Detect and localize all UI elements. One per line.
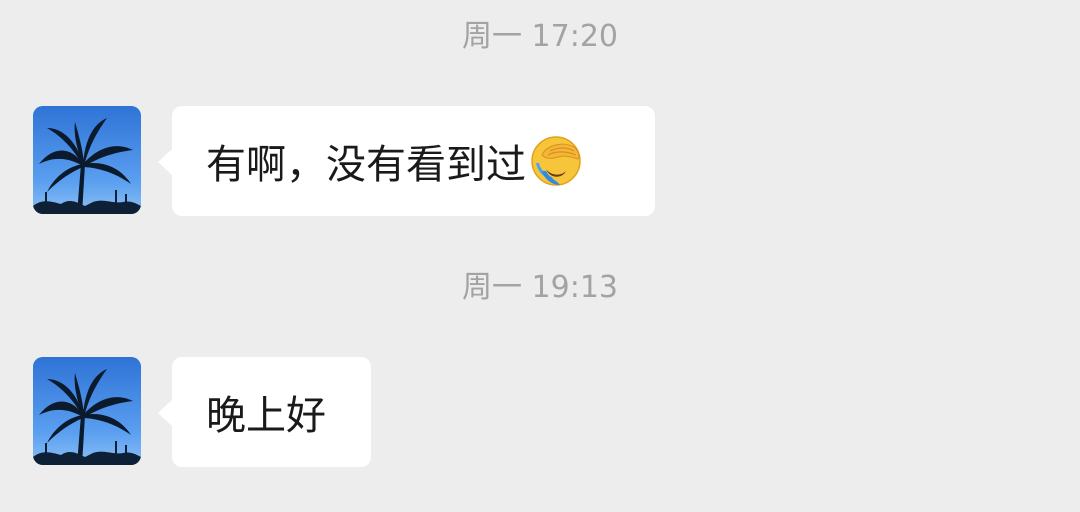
timestamp-2: 周一 19:13 [462, 270, 618, 305]
palm-tree-icon [33, 357, 141, 465]
contact-avatar[interactable] [33, 106, 141, 214]
message-bubble-2[interactable]: 晚上好 [158, 357, 371, 467]
message-text-1: 有啊，没有看到过 [206, 142, 526, 188]
timestamp-1: 周一 17:20 [462, 19, 618, 54]
face-palm-crying-emoji [528, 133, 584, 189]
palm-tree-icon [33, 106, 141, 214]
message-text-2: 晚上好 [206, 393, 326, 439]
contact-avatar[interactable] [33, 357, 141, 465]
message-bubble-1[interactable]: 有啊，没有看到过 [158, 106, 655, 216]
